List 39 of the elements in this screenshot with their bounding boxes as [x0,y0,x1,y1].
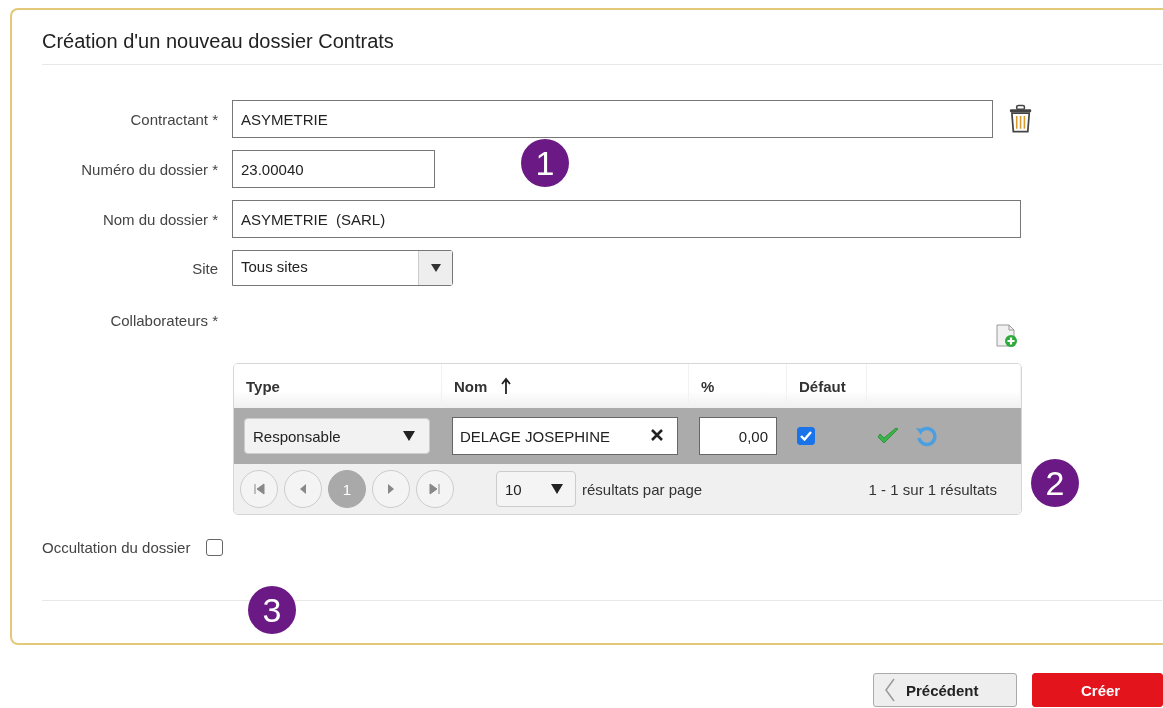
create-button[interactable]: Créer [1032,673,1163,707]
field-label: Nom du dossier * [101,210,218,228]
page-size-label: résultats par page [582,480,703,498]
checkbox-label: Occultation du dossier [42,539,191,556]
caret-icon [430,264,441,272]
field-label: Collaborateurs * [109,311,218,329]
field-label: Numéro du dossier * [80,160,218,178]
step-badge: 2 [1031,459,1079,507]
clear-icon[interactable] [650,428,664,442]
last-page-button[interactable] [416,470,454,508]
input-field[interactable]: 23.00040 [232,150,435,188]
trash-icon[interactable] [1008,104,1032,134]
page-size-dropdown[interactable]: 10 [496,471,576,507]
previous-button[interactable]: Précédent [873,673,1017,707]
field-label: Contractant * [129,110,218,128]
first-page-button[interactable] [240,470,278,508]
chevron-left-icon [884,678,896,702]
results-summary: 1 - 1 sur 1 résultats [868,480,997,498]
checkbox[interactable] [797,427,815,445]
caret-icon [403,431,415,441]
last-page-icon [429,483,441,495]
previous-page-button[interactable] [284,470,322,508]
step-badge: 3 [248,586,296,634]
add-document-icon[interactable] [995,324,1017,348]
step-badge: 1 [521,139,569,187]
sort-ascending-icon[interactable] [501,377,512,395]
site-dropdown[interactable]: Tous sites [232,250,453,286]
input-field[interactable]: DELAGE JOSEPHINE [452,417,678,455]
checkmark-icon[interactable] [877,427,899,445]
caret-icon [551,484,563,494]
type-dropdown[interactable]: Responsable [244,418,430,454]
input-field[interactable]: ASYMETRIE (SARL) [232,200,1021,238]
input-field[interactable]: ASYMETRIE [232,100,993,138]
first-page-icon [253,483,265,495]
input-field[interactable]: 0,00 [699,417,777,455]
field-label: Site [191,259,218,277]
next-page-button[interactable] [372,470,410,508]
form-title: Création d'un nouveau dossier Contrats [42,30,395,54]
checkbox[interactable] [206,539,224,556]
